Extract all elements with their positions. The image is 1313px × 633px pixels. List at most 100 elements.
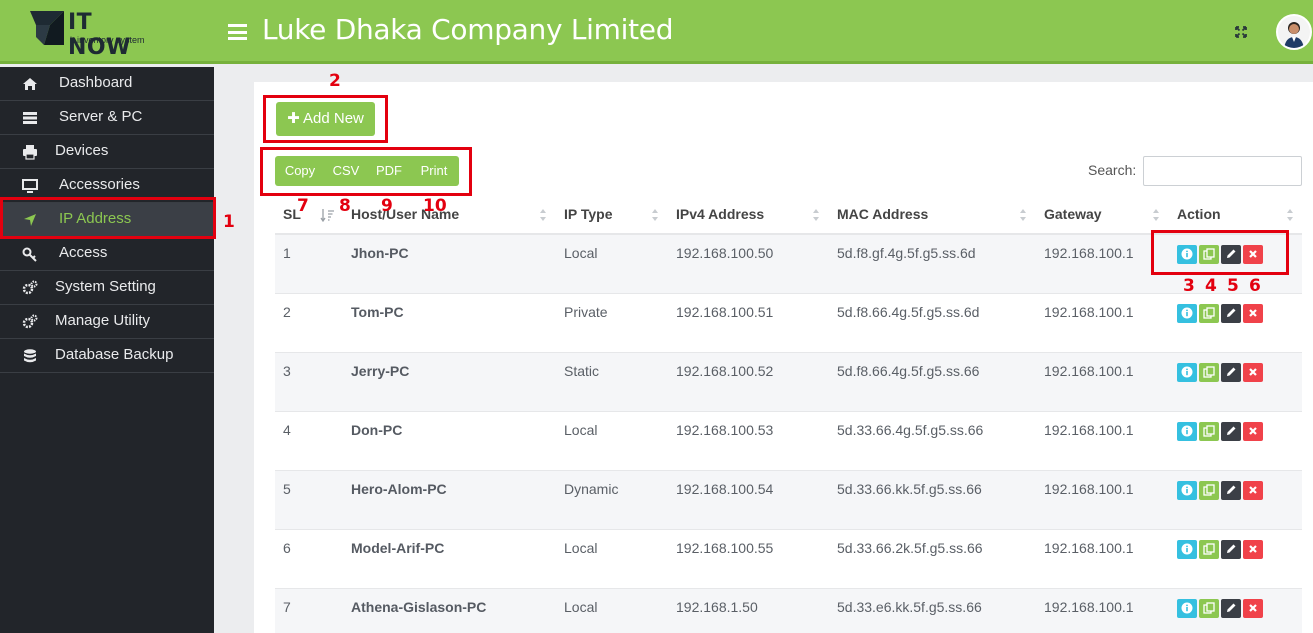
sidebar-item-access[interactable]: Access (0, 237, 214, 271)
edit-pencil-icon-button[interactable] (1221, 422, 1241, 441)
edit-pencil-icon-button[interactable] (1221, 363, 1241, 382)
info-icon (1181, 602, 1193, 614)
annotation-number-4: 4 (1205, 276, 1217, 296)
delete-x-icon-button[interactable] (1243, 363, 1263, 382)
copy-icon-button[interactable] (1199, 481, 1219, 500)
sidebar-item-label: Manage Utility (55, 312, 151, 329)
cell-ip-type: Local (564, 599, 598, 615)
delete-x-icon (1249, 486, 1257, 494)
table-row[interactable]: 4 Don-PC Local 192.168.100.53 5d.33.66.4g.5f… (275, 412, 1302, 471)
info-icon-button[interactable] (1177, 422, 1197, 441)
info-icon-button[interactable] (1177, 363, 1197, 382)
cell-host: Tom-PC (351, 304, 404, 320)
sidebar-item-manage-utility[interactable]: Manage Utility (0, 305, 214, 339)
edit-pencil-icon-button[interactable] (1221, 304, 1241, 323)
cell-gateway: 192.168.100.1 (1044, 599, 1134, 615)
company-title: Luke Dhaka Company Limited (262, 13, 674, 46)
cell-gateway: 192.168.100.1 (1044, 245, 1134, 261)
copy-icon (1203, 425, 1215, 437)
copy-icon-button[interactable] (1199, 540, 1219, 559)
delete-x-icon-button[interactable] (1243, 599, 1263, 618)
monitor-icon (22, 179, 38, 193)
home-icon (23, 78, 37, 90)
delete-x-icon-button[interactable] (1243, 304, 1263, 323)
sort-icon[interactable] (1152, 208, 1160, 222)
expand-icon[interactable] (1233, 24, 1249, 40)
copy-icon (1203, 366, 1215, 378)
info-icon-button[interactable] (1177, 304, 1197, 323)
sort-icon[interactable] (651, 208, 659, 222)
annotation-box-export (260, 147, 472, 196)
cell-ipv4: 192.168.100.51 (676, 304, 774, 320)
cell-ip-type: Private (564, 304, 608, 320)
annotation-number-6: 6 (1249, 276, 1261, 296)
delete-x-icon (1249, 368, 1257, 376)
copy-icon-button[interactable] (1199, 304, 1219, 323)
copy-icon (1203, 484, 1215, 496)
info-icon-button[interactable] (1177, 599, 1197, 618)
copy-icon (1203, 543, 1215, 555)
sidebar-item-label: Server & PC (59, 108, 143, 125)
info-icon-button[interactable] (1177, 540, 1197, 559)
delete-x-icon-button[interactable] (1243, 422, 1263, 441)
brand-logo[interactable]: IT NOW it inventory system (30, 10, 160, 60)
sort-desc-icon[interactable] (320, 208, 336, 222)
copy-icon-button[interactable] (1199, 363, 1219, 382)
table-row[interactable]: 2 Tom-PC Private 192.168.100.51 5d.f8.66.4g.… (275, 294, 1302, 353)
cell-ip-type: Local (564, 245, 598, 261)
sidebar-item-label: Dashboard (59, 74, 133, 91)
annotation-number-5: 5 (1227, 276, 1239, 296)
col-header-ip-type[interactable]: IP Type (564, 206, 613, 222)
info-icon-button[interactable] (1177, 481, 1197, 500)
cell-host: Athena-Gislason-PC (351, 599, 487, 615)
sidebar-item-database-backup[interactable]: Database Backup (0, 339, 214, 373)
copy-icon-button[interactable] (1199, 599, 1219, 618)
sort-icon[interactable] (812, 208, 820, 222)
cell-host: Hero-Alom-PC (351, 481, 447, 497)
sidebar-item-label: System Setting (55, 278, 156, 295)
edit-pencil-icon (1227, 485, 1236, 494)
annotation-number-10: 10 (423, 196, 447, 216)
col-header-ipv4[interactable]: IPv4 Address (676, 206, 764, 222)
edit-pencil-icon (1227, 603, 1236, 612)
cell-mac: 5d.f8.66.4g.5f.g5.ss.66 (837, 363, 980, 379)
cell-host: Model-Arif-PC (351, 540, 445, 556)
delete-x-icon (1249, 545, 1257, 553)
cell-mac: 5d.f8.66.4g.5f.g5.ss.6d (837, 304, 980, 320)
info-icon (1181, 307, 1193, 319)
edit-pencil-icon-button[interactable] (1221, 599, 1241, 618)
sidebar-item-system-setting[interactable]: System Setting (0, 271, 214, 305)
sort-icon[interactable] (1286, 208, 1294, 222)
col-header-mac[interactable]: MAC Address (837, 206, 928, 222)
sidebar-item-label: Devices (55, 142, 109, 159)
table-row[interactable]: 3 Jerry-PC Static 192.168.100.52 5d.f8.66.4g… (275, 353, 1302, 412)
cell-sl: 6 (283, 540, 291, 556)
delete-x-icon-button[interactable] (1243, 481, 1263, 500)
sidebar-item-label: Accessories (59, 176, 140, 193)
cell-ip-type: Local (564, 540, 598, 556)
edit-pencil-icon-button[interactable] (1221, 540, 1241, 559)
user-avatar[interactable] (1276, 14, 1312, 50)
search-input[interactable] (1143, 156, 1302, 186)
edit-pencil-icon (1227, 308, 1236, 317)
sidebar-item-dashboard[interactable]: Dashboard (0, 67, 214, 101)
delete-x-icon-button[interactable] (1243, 540, 1263, 559)
sort-icon[interactable] (1019, 208, 1027, 222)
annotation-number-2: 2 (329, 71, 341, 91)
table-row[interactable]: 1 Jhon-PC Local 192.168.100.50 5d.f8.gf.4g.5… (275, 235, 1302, 294)
sort-icon[interactable] (539, 208, 547, 222)
table-row[interactable]: 6 Model-Arif-PC Local 192.168.100.55 5d.33.6… (275, 530, 1302, 589)
table-row[interactable]: 7 Athena-Gislason-PC Local 192.168.1.50 5d.3… (275, 589, 1302, 633)
table-row[interactable]: 5 Hero-Alom-PC Dynamic 192.168.100.54 5d.33.… (275, 471, 1302, 530)
col-header-action[interactable]: Action (1177, 206, 1221, 222)
hamburger-icon[interactable] (228, 24, 247, 40)
cell-ip-type: Static (564, 363, 600, 379)
cell-gateway: 192.168.100.1 (1044, 422, 1134, 438)
sidebar-item-devices[interactable]: Devices (0, 135, 214, 169)
cell-sl: 5 (283, 481, 291, 497)
cell-mac: 5d.33.66.4g.5f.g5.ss.66 (837, 422, 984, 438)
edit-pencil-icon-button[interactable] (1221, 481, 1241, 500)
copy-icon-button[interactable] (1199, 422, 1219, 441)
sidebar-item-server-pc[interactable]: Server & PC (0, 101, 214, 135)
col-header-gateway[interactable]: Gateway (1044, 206, 1102, 222)
